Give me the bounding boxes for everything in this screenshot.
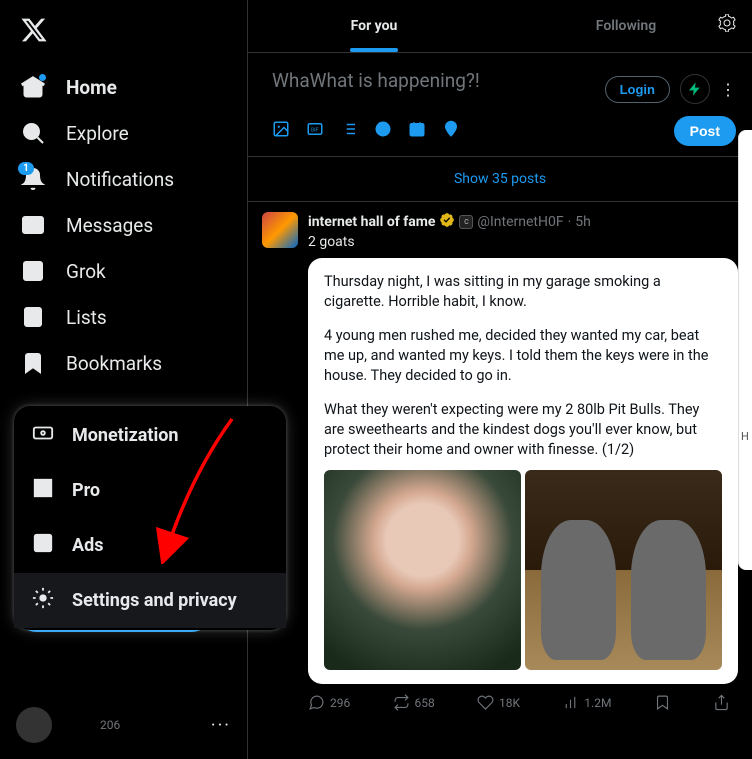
menu-monetization[interactable]: Monetization (14, 408, 286, 463)
retweet-button[interactable]: 658 (393, 694, 435, 711)
nav-lists[interactable]: Lists (0, 294, 247, 340)
nav-explore[interactable]: Explore (0, 110, 247, 156)
media-icon[interactable] (272, 120, 290, 142)
login-button[interactable]: Login (605, 76, 670, 103)
bookmark-action[interactable] (654, 694, 671, 711)
schedule-icon[interactable] (408, 120, 426, 142)
menu-label: Settings and privacy (72, 590, 237, 611)
nav-home[interactable]: Home (0, 64, 247, 110)
composer-post-button[interactable]: Post (674, 116, 736, 146)
card-image-dogs (525, 470, 722, 670)
notification-badge: 1 (18, 162, 34, 175)
emoji-icon[interactable] (374, 120, 392, 142)
tab-for-you[interactable]: For you (248, 0, 500, 52)
tab-following[interactable]: Following (500, 0, 752, 52)
mail-icon (20, 212, 46, 238)
menu-ads[interactable]: Ads (14, 518, 286, 573)
card-p1: Thursday night, I was sitting in my gara… (324, 272, 722, 312)
account-switcher[interactable]: 206 ··· (0, 699, 247, 751)
avatar (16, 707, 52, 743)
menu-settings-privacy[interactable]: Settings and privacy (14, 573, 286, 628)
grok-icon (20, 258, 46, 284)
nav-label: Grok (66, 260, 106, 283)
affiliate-badge: c (459, 215, 473, 229)
pro-icon (32, 477, 54, 504)
tweet-actions: 296 658 18K 1.2M (308, 684, 738, 715)
nav-label: Messages (66, 214, 153, 237)
search-icon (20, 120, 46, 146)
home-dot-indicator (39, 74, 46, 81)
tweet-composer[interactable]: WhaWhat is happening?! GIF Login ⋮ Post (248, 53, 752, 157)
nav-label: Explore (66, 122, 129, 145)
svg-text:GIF: GIF (311, 127, 319, 133)
right-panel-sliver (738, 130, 752, 570)
menu-pro[interactable]: Pro (14, 463, 286, 518)
nav-notifications[interactable]: 1 Notifications (0, 156, 247, 202)
card-image-person (324, 470, 521, 670)
external-icon (32, 532, 54, 559)
menu-label: Monetization (72, 425, 178, 446)
sidebar: Home Explore 1 Notifications Messages (0, 0, 248, 759)
timeline-tabs: For you Following (248, 0, 752, 53)
tweet: internet hall of fame c @InternetH0F · 5… (248, 202, 752, 725)
menu-label: Pro (72, 480, 100, 501)
menu-label: Ads (72, 535, 103, 556)
x-logo[interactable] (0, 8, 247, 64)
like-button[interactable]: 18K (477, 694, 520, 711)
share-action[interactable] (713, 694, 730, 711)
quoted-image-card[interactable]: Thursday night, I was sitting in my gara… (308, 258, 738, 684)
money-icon (32, 422, 54, 449)
show-new-posts[interactable]: Show 35 posts (248, 157, 752, 202)
tweet-handle[interactable]: @InternetH0F (477, 214, 563, 230)
more-vert-icon[interactable]: ⋮ (720, 80, 736, 99)
tweet-text: 2 goats (308, 234, 738, 250)
gear-icon (32, 587, 54, 614)
account-count: 206 (100, 718, 120, 732)
bell-icon: 1 (20, 166, 46, 192)
nav-messages[interactable]: Messages (0, 202, 247, 248)
tweet-timestamp[interactable]: 5h (575, 214, 591, 230)
timeline-settings-icon[interactable] (718, 14, 736, 36)
bookmark-icon (20, 350, 46, 376)
views-button[interactable]: 1.2M (562, 694, 611, 711)
card-p3: What they weren't expecting were my 2 80… (324, 400, 722, 460)
more-icon: ··· (211, 715, 231, 736)
poll-icon[interactable] (340, 120, 358, 142)
home-icon (20, 74, 46, 100)
nav-label: Bookmarks (66, 352, 162, 375)
nav-grok[interactable]: Grok (0, 248, 247, 294)
verified-icon (439, 212, 455, 232)
tweet-avatar[interactable] (262, 212, 298, 248)
card-p2: 4 young men rushed me, decided they want… (324, 326, 722, 386)
location-icon[interactable] (442, 120, 460, 142)
nav-label: Home (66, 76, 117, 99)
separator: · (568, 214, 572, 230)
nav-label: Lists (66, 306, 107, 329)
tweet-author-name[interactable]: internet hall of fame (308, 214, 435, 230)
list-icon (20, 304, 46, 330)
gif-icon[interactable]: GIF (306, 120, 324, 142)
bolt-icon[interactable] (680, 74, 710, 104)
main-column: For you Following WhaWhat is happening?!… (248, 0, 752, 759)
nav-label: Notifications (66, 168, 174, 191)
reply-button[interactable]: 296 (308, 694, 350, 711)
more-menu-popup: Monetization Pro Ads Settings and privac… (14, 406, 286, 630)
nav-bookmarks[interactable]: Bookmarks (0, 340, 247, 386)
